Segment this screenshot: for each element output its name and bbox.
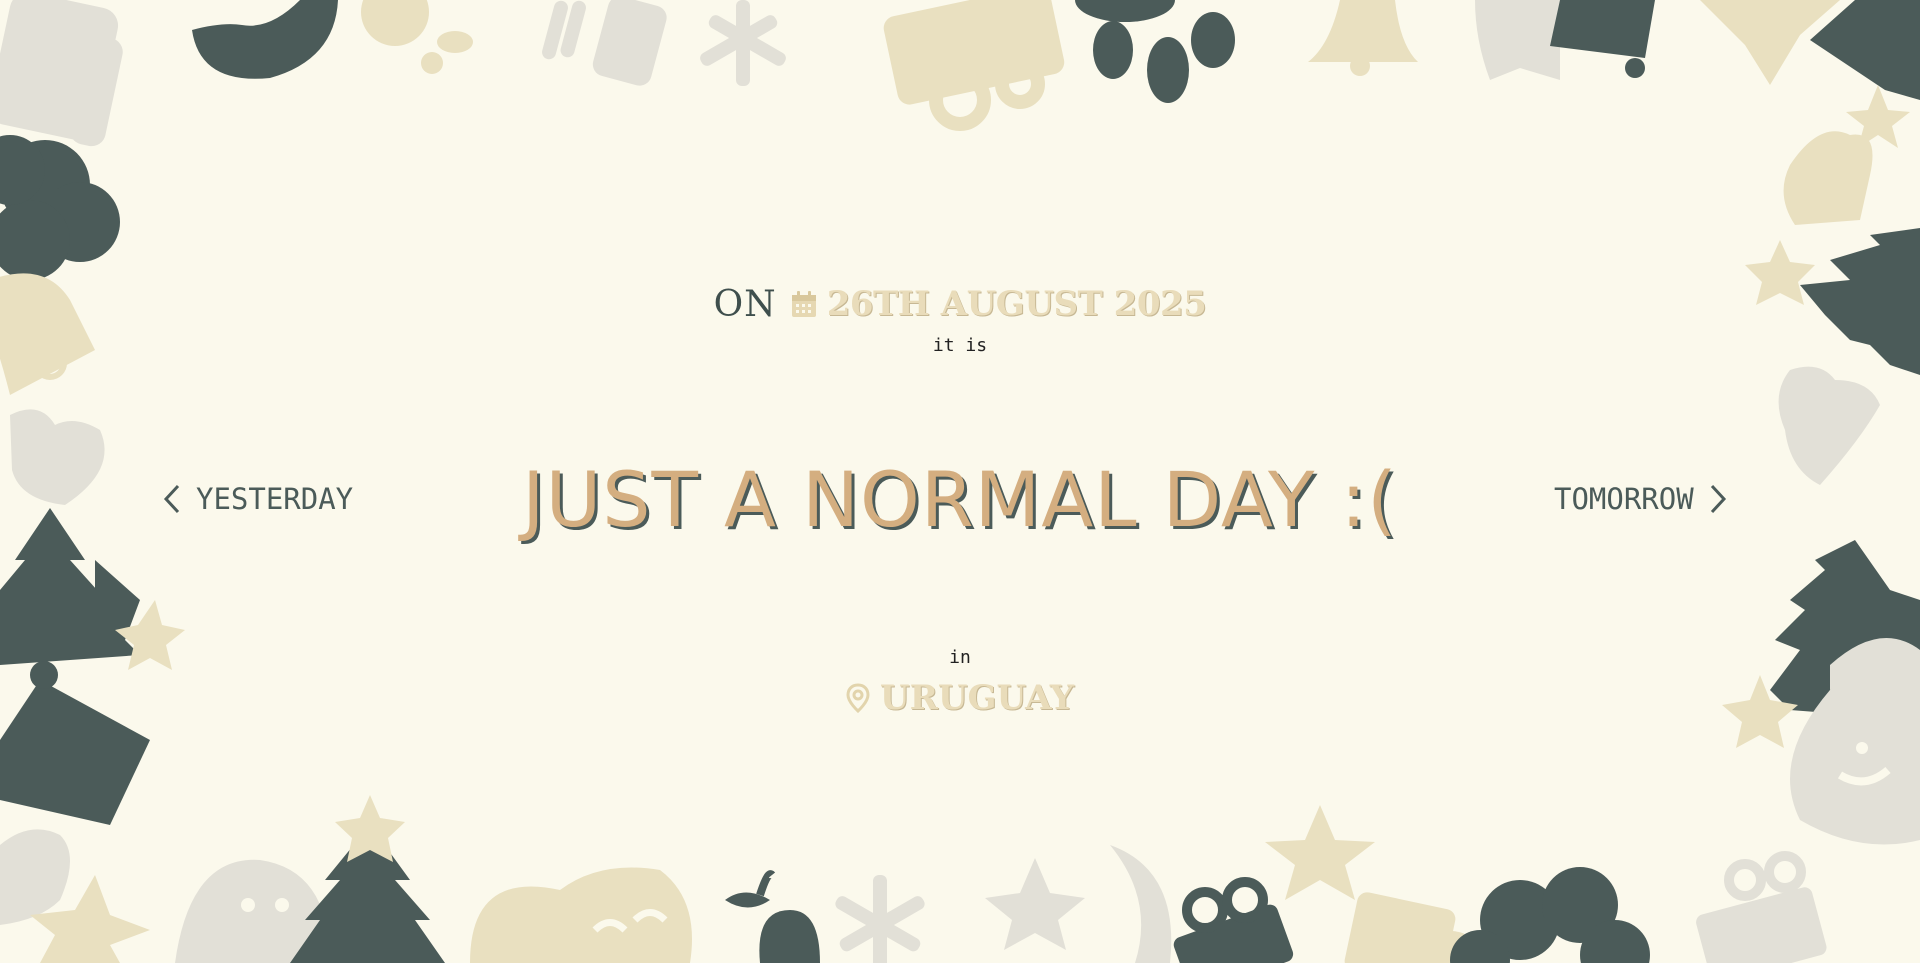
heart-icon [1783,131,1873,225]
calendar-icon [791,291,816,317]
location-value: URUGUAY [879,678,1075,718]
gift-icon [1173,877,1294,963]
paw-icon [1075,0,1235,103]
tomorrow-button[interactable]: TOMORROW [1554,482,1728,516]
star-icon [1265,805,1375,900]
in-label: in [949,647,971,668]
mask-icon [470,867,692,963]
yesterday-label: YESTERDAY [196,482,354,516]
chevron-left-icon [163,484,180,514]
cutlery-icon [542,0,667,86]
clover-icon [1450,867,1650,963]
gift-icon [883,0,1065,131]
moon-icon [1110,845,1172,963]
star-icon [985,858,1085,950]
map-pin-icon [846,683,870,713]
date-value: 26TH AUGUST 2025 [826,284,1207,324]
it-is-label: it is [932,335,988,356]
location-line[interactable]: URUGUAY [0,672,1920,724]
chevron-right-icon [1710,484,1726,514]
bell-icon [361,0,473,74]
ghost-icon [1475,0,1560,80]
clover-icon [0,135,120,280]
date-picker[interactable]: 26TH AUGUST 2025 [791,284,1207,324]
apple-icon [725,870,820,963]
snowflake-icon [835,875,925,963]
bell-icon [1308,0,1418,76]
gift-icon [1696,851,1827,963]
lightbulb-icon [0,0,123,147]
on-label: ON [713,283,777,325]
date-line: ON 26TH AUGUST 2025 [0,278,1920,330]
tomorrow-label: TOMORROW [1554,482,1694,516]
hat-icon [1550,0,1655,78]
tree-icon [1810,0,1920,100]
leaf-bowl-icon [192,0,338,79]
snowflake-icon [700,0,786,86]
heart-icon [0,829,70,925]
yesterday-button[interactable]: YESTERDAY [162,482,353,516]
